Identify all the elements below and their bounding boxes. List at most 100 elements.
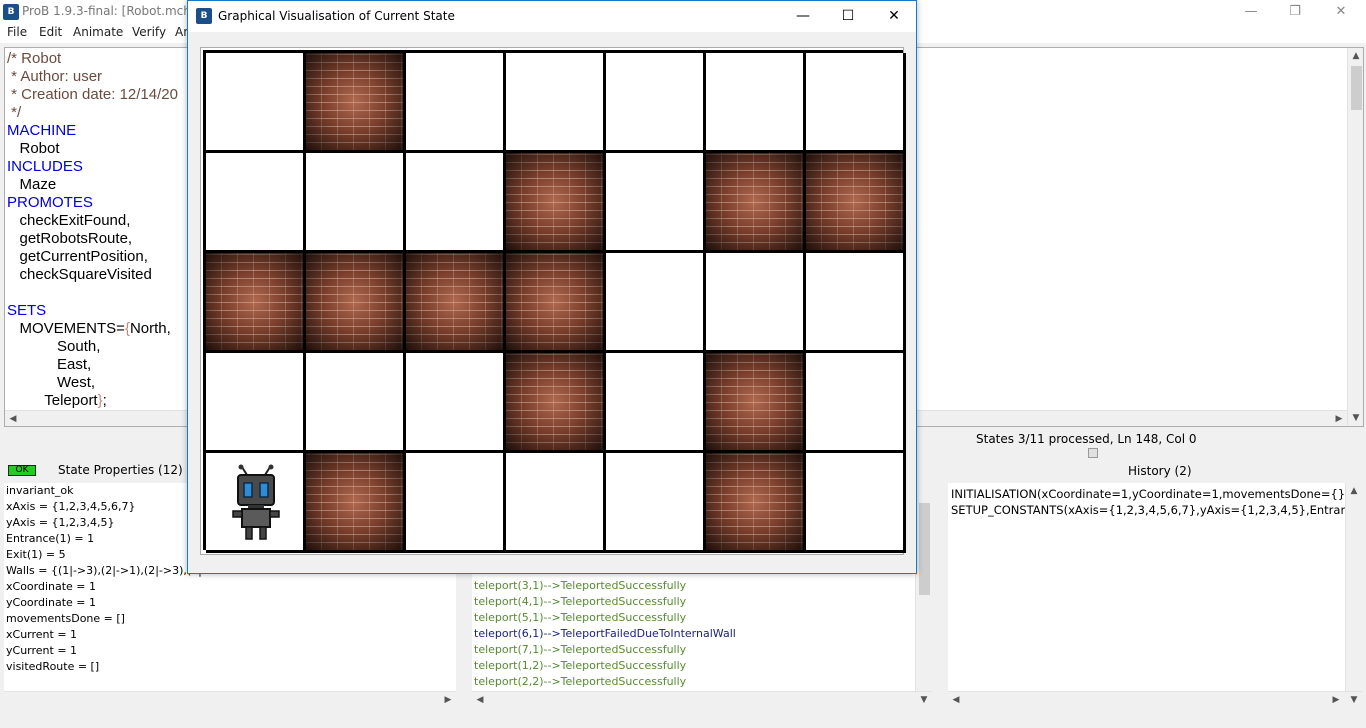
editor-line: /* Robot [7,50,62,67]
editor-text[interactable]: /* Robot * Author: user * Creation date:… [7,50,178,410]
prob-logo-icon: B [196,8,212,24]
editor-line: Robot [7,140,60,157]
maze-wall-cell [706,353,806,453]
editor-line: West, [7,374,96,391]
maze-empty-cell [706,53,806,153]
history-vertical-scrollbar[interactable]: ▲ [1345,483,1362,691]
property-row[interactable]: Walls = {(1|->3),(2|->1),(2|->3),(2|- [6,563,206,579]
maze-wall-cell [406,253,506,353]
property-row[interactable]: yCoordinate = 1 [6,595,96,611]
maze-wall-cell [306,453,406,553]
editor-line: */ [7,104,22,121]
editor-line: checkExitFound, [7,212,131,229]
scroll-right-icon[interactable]: ▶ [1328,692,1344,708]
maze-grid [203,50,906,553]
property-row[interactable]: xAxis = {1,2,3,4,5,6,7} [6,499,136,515]
property-row[interactable]: xCoordinate = 1 [6,579,96,595]
menu-animate[interactable]: Animate [73,25,123,39]
history-row[interactable]: INITIALISATION(xCoordinate=1,yCoordinate… [951,486,1362,502]
property-row[interactable]: invariant_ok [6,483,73,499]
scroll-left-icon[interactable]: ◀ [5,411,21,426]
property-row[interactable]: Exit(1) = 5 [6,547,66,563]
editor-line: MACHINE [7,122,77,139]
operations-vertical-scrollbar[interactable] [915,483,932,691]
property-row[interactable]: movementsDone = [] [6,611,125,627]
maze-robot-cell [206,453,306,553]
maze-empty-cell [706,253,806,353]
prob-logo-icon: B [3,4,19,20]
editor-line: PROMOTES [7,194,93,211]
operation-row[interactable]: teleport(4,1)-->TeleportedSuccessfully [474,594,686,610]
minimize-icon[interactable]: — [788,6,818,26]
maze-empty-cell [306,153,406,253]
operations-horizontal-scrollbar[interactable]: ◀ ▼ [472,691,932,708]
scroll-right-icon[interactable]: ▶ [440,692,456,708]
maze-empty-cell [606,53,706,153]
maze-wall-cell [806,153,906,253]
property-row[interactable]: xCurrent = 1 [6,627,77,643]
scroll-up-icon[interactable]: ▲ [1348,48,1363,64]
property-row[interactable]: yAxis = {1,2,3,4,5} [6,515,115,531]
property-row[interactable]: Entrance(1) = 1 [6,531,94,547]
restore-icon[interactable]: ❐ [1280,2,1310,22]
editor-line: MOVEMENTS={North, [7,320,171,337]
maze-board [200,47,906,555]
scroll-thumb[interactable] [1351,66,1362,110]
scroll-thumb[interactable] [919,503,930,595]
editor-vertical-scrollbar[interactable]: ▲ ▼ [1347,48,1363,426]
property-row[interactable]: yCurrent = 1 [6,643,77,659]
visualisation-title-bar[interactable]: B Graphical Visualisation of Current Sta… [188,1,916,32]
maze-empty-cell [606,253,706,353]
maze-empty-cell [406,153,506,253]
robot-icon [232,464,280,540]
scroll-left-icon[interactable]: ◀ [472,692,488,708]
scroll-down-icon[interactable]: ▼ [916,692,932,708]
maze-wall-cell [306,253,406,353]
operation-row[interactable]: teleport(3,1)-->TeleportedSuccessfully [474,578,686,594]
property-row[interactable]: visitedRoute = [] [6,659,99,675]
minimize-icon[interactable]: — [1236,2,1266,22]
maze-wall-cell [506,253,606,353]
editor-line: Teleport}; [7,392,107,409]
scroll-up-icon[interactable]: ▲ [1346,483,1362,499]
scroll-right-icon[interactable]: ▶ [1331,411,1347,426]
maze-empty-cell [406,453,506,553]
maze-wall-cell [306,53,406,153]
operation-row[interactable]: teleport(2,2)-->TeleportedSuccessfully [474,674,686,690]
maze-empty-cell [306,353,406,453]
scroll-left-icon[interactable]: ◀ [948,692,964,708]
status-line: States 3/11 processed, Ln 148, Col 0 [976,432,1197,446]
operation-row[interactable]: teleport(5,1)-->TeleportedSuccessfully [474,610,686,626]
maze-wall-cell [706,153,806,253]
maze-wall-cell [206,253,306,353]
scroll-down-icon[interactable]: ▼ [1348,410,1363,426]
editor-line: INCLUDES [7,158,83,175]
operation-row[interactable]: teleport(7,1)-->TeleportedSuccessfully [474,642,686,658]
editor-line: getRobotsRoute, [7,230,133,247]
invariant-ok-badge: OK [8,465,36,476]
editor-line: Maze [7,176,57,193]
operation-row[interactable]: teleport(6,1)-->TeleportFailedDueToInter… [474,626,736,642]
editor-line: getCurrentPosition, [7,248,148,265]
main-window-title: ProB 1.9.3-final: [Robot.mch] [22,4,196,18]
menu-file[interactable]: File [7,25,27,39]
menu-verify[interactable]: Verify [132,25,166,39]
operation-row[interactable]: teleport(1,2)-->TeleportedSuccessfully [474,658,686,674]
maze-empty-cell [406,353,506,453]
close-icon[interactable]: ✕ [1326,2,1356,22]
visualisation-window: B Graphical Visualisation of Current Sta… [187,0,917,574]
maze-empty-cell [606,353,706,453]
editor-line: SETS [7,302,47,319]
history-list[interactable]: INITIALISATION(xCoordinate=1,yCoordinate… [948,483,1362,708]
history-horizontal-scrollbar[interactable]: ◀ ▶ ▼ [948,691,1362,708]
properties-horizontal-scrollbar[interactable]: ▶ [4,691,456,708]
maximize-icon[interactable]: ☐ [833,6,863,26]
close-icon[interactable]: ✕ [879,6,909,26]
scroll-down-icon[interactable]: ▼ [1346,692,1362,708]
editor-line: * Author: user [7,68,103,85]
splitter-handle[interactable] [1088,448,1098,458]
maze-empty-cell [806,253,906,353]
history-row[interactable]: SETUP_CONSTANTS(xAxis={1,2,3,4,5,6,7},yA… [951,502,1362,518]
menu-edit[interactable]: Edit [39,25,62,39]
